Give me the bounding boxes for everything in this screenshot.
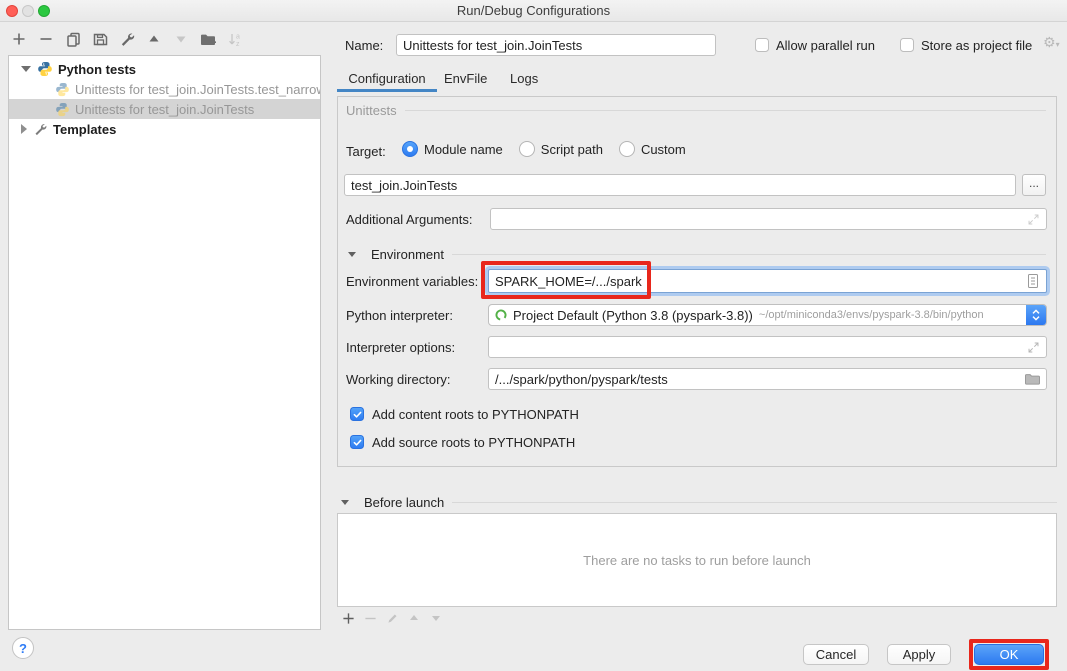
copy-configuration-button[interactable] [64, 30, 82, 48]
dropdown-chevron-icon[interactable] [1026, 305, 1046, 325]
add-content-roots-checkbox[interactable] [350, 407, 364, 421]
before-launch-empty-text: There are no tasks to run before launch [583, 553, 811, 568]
target-script-path-radio[interactable] [519, 141, 535, 157]
remove-configuration-button[interactable] [37, 30, 55, 48]
tree-item-label: Unittests for test_join.JoinTests [75, 102, 254, 117]
python-interpreter-label: Python interpreter: [346, 308, 453, 323]
environment-section-label: Environment [371, 247, 444, 262]
sort-configurations-button[interactable]: az [226, 30, 244, 48]
cancel-button[interactable]: Cancel [803, 644, 869, 665]
edit-task-button[interactable] [385, 611, 399, 625]
tree-item-label: Unittests for test_join.JoinTests.test_n… [75, 82, 320, 97]
save-configuration-button[interactable] [91, 30, 109, 48]
configurations-tree: Python tests Unittests for test_join.Joi… [8, 55, 321, 630]
interpreter-options-label: Interpreter options: [346, 340, 455, 355]
move-down-button[interactable] [172, 30, 190, 48]
configurations-toolbar: az [10, 30, 244, 48]
collapse-before-launch-icon[interactable] [341, 500, 349, 505]
target-module-name-label: Module name [424, 142, 503, 157]
tree-item-unittests-jointests-selected[interactable]: Unittests for test_join.JoinTests [9, 99, 320, 119]
browse-module-button[interactable]: ... [1022, 174, 1046, 196]
python-interpreter-dropdown[interactable]: Project Default (Python 3.8 (pyspark-3.8… [488, 304, 1047, 326]
ellipsis-icon: ... [1029, 176, 1039, 190]
tree-item-python-tests[interactable]: Python tests [9, 59, 320, 79]
expand-field-icon[interactable] [1027, 213, 1040, 226]
titlebar: Run/Debug Configurations [0, 0, 1067, 22]
add-task-button[interactable] [341, 611, 355, 625]
ok-button[interactable]: OK [974, 644, 1044, 665]
allow-parallel-run-label: Allow parallel run [776, 38, 875, 53]
svg-text:z: z [236, 41, 240, 48]
tab-logs[interactable]: Logs [510, 71, 538, 86]
target-script-path-label: Script path [541, 142, 603, 157]
divider [452, 502, 1057, 503]
move-task-up-button[interactable] [407, 611, 421, 625]
add-source-roots-label: Add source roots to PYTHONPATH [372, 435, 575, 450]
wrench-icon [33, 122, 48, 137]
chevron-right-icon[interactable] [21, 124, 27, 134]
environment-variables-label: Environment variables: [346, 274, 478, 289]
help-button[interactable]: ? [12, 637, 34, 659]
python-interpreter-value: Project Default (Python 3.8 (pyspark-3.8… [513, 308, 753, 323]
python-interpreter-path: ~/opt/miniconda3/envs/pyspark-3.8/bin/py… [759, 309, 984, 321]
tab-envfile[interactable]: EnvFile [444, 71, 487, 86]
help-question-icon: ? [19, 641, 27, 656]
before-launch-task-list[interactable]: There are no tasks to run before launch [337, 513, 1057, 607]
env-vars-browse-icon[interactable] [1026, 273, 1040, 289]
configuration-panel: Unittests Target: Module name Script pat… [337, 96, 1057, 467]
environment-variables-input[interactable]: SPARK_HOME=/.../spark [488, 269, 1047, 293]
target-custom-radio[interactable] [619, 141, 635, 157]
tree-item-label: Templates [53, 122, 116, 137]
divider [405, 110, 1046, 111]
store-as-project-file-label: Store as project file [921, 38, 1032, 53]
interpreter-options-input[interactable] [488, 336, 1047, 358]
target-label: Target: [346, 144, 386, 159]
window-title: Run/Debug Configurations [0, 3, 1067, 18]
tab-configuration[interactable]: Configuration [337, 71, 437, 86]
move-task-down-button[interactable] [429, 611, 443, 625]
python-icon [37, 61, 53, 77]
target-custom-label: Custom [641, 142, 686, 157]
python-icon [55, 82, 70, 97]
name-input[interactable]: Unittests for test_join.JoinTests [396, 34, 716, 56]
working-directory-label: Working directory: [346, 372, 451, 387]
python-icon [55, 102, 70, 117]
svg-text:a: a [236, 33, 240, 40]
edit-templates-button[interactable] [118, 30, 136, 48]
target-module-name-radio[interactable] [402, 141, 418, 157]
working-directory-value: /.../spark/python/pyspark/tests [495, 372, 668, 387]
divider [452, 254, 1046, 255]
expand-field-icon[interactable] [1027, 341, 1040, 354]
tree-item-label: Python tests [58, 62, 136, 77]
remove-task-button[interactable] [363, 611, 377, 625]
folder-icon[interactable] [1024, 372, 1040, 386]
before-launch-toolbar [341, 611, 443, 625]
move-up-button[interactable] [145, 30, 163, 48]
environment-variables-value: SPARK_HOME=/.../spark [495, 274, 642, 289]
store-as-project-file-checkbox[interactable] [900, 38, 914, 52]
conda-env-icon [494, 308, 508, 322]
active-tab-underline [337, 89, 437, 92]
add-configuration-button[interactable] [10, 30, 28, 48]
tree-item-templates[interactable]: Templates [9, 119, 320, 139]
apply-button[interactable]: Apply [887, 644, 951, 665]
add-content-roots-label: Add content roots to PYTHONPATH [372, 407, 579, 422]
module-name-value: test_join.JoinTests [351, 178, 457, 193]
additional-arguments-input[interactable] [490, 208, 1047, 230]
before-launch-section-label: Before launch [364, 495, 444, 510]
name-value: Unittests for test_join.JoinTests [403, 38, 582, 53]
collapse-environment-icon[interactable] [348, 252, 356, 257]
module-name-input[interactable]: test_join.JoinTests [344, 174, 1016, 196]
tree-item-unittests-test-narrow[interactable]: Unittests for test_join.JoinTests.test_n… [9, 79, 320, 99]
add-source-roots-checkbox[interactable] [350, 435, 364, 449]
unittests-group-label: Unittests [346, 103, 397, 118]
working-directory-input[interactable]: /.../spark/python/pyspark/tests [488, 368, 1047, 390]
chevron-down-icon[interactable] [21, 66, 31, 72]
name-label: Name: [345, 38, 383, 53]
new-folder-button[interactable] [199, 30, 217, 48]
allow-parallel-run-checkbox[interactable] [755, 38, 769, 52]
gear-icon[interactable]: ⚙▾ [1043, 35, 1060, 51]
additional-arguments-label: Additional Arguments: [346, 212, 472, 227]
